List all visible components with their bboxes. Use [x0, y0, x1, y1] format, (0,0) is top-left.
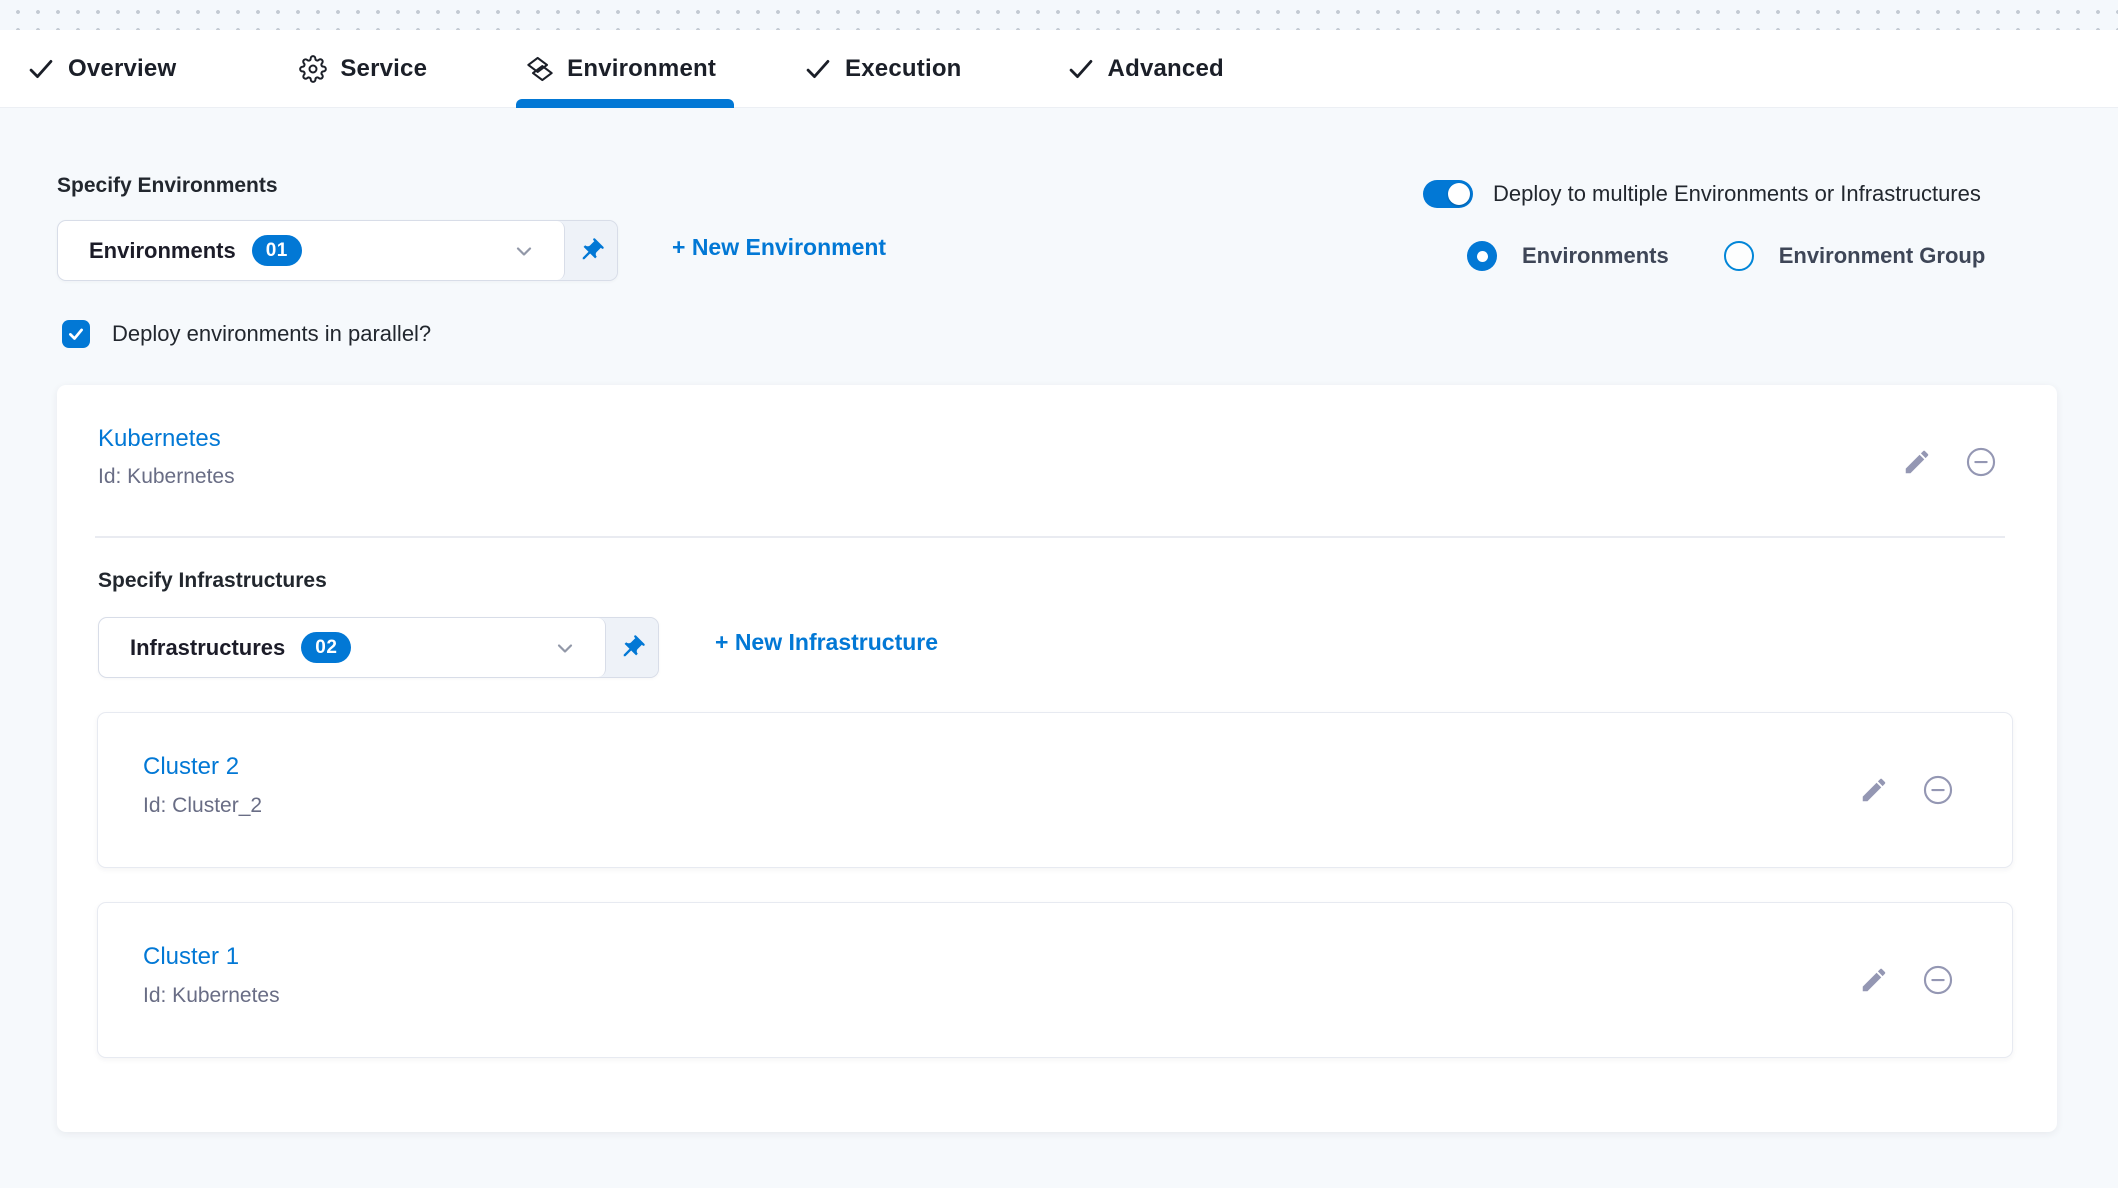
tab-label: Overview — [68, 55, 176, 83]
pushpin-icon — [577, 237, 605, 265]
check-icon — [804, 55, 832, 83]
tab-environment[interactable]: Environment — [526, 30, 716, 107]
specify-infrastructures-label: Specify Infrastructures — [98, 569, 327, 593]
environment-card: Kubernetes Id: Kubernetes Specify Infras… — [57, 385, 2057, 1132]
edit-pencil-icon[interactable] — [1859, 775, 1889, 805]
radio-selected-icon — [1467, 241, 1497, 271]
checkbox-checked-icon[interactable] — [62, 320, 90, 348]
multi-env-toggle[interactable] — [1423, 180, 1473, 208]
infrastructure-id: Id: Cluster_2 — [143, 794, 262, 818]
check-icon — [1067, 55, 1095, 83]
dropdown-label: Infrastructures — [130, 635, 285, 661]
infrastructure-actions — [1859, 963, 1955, 997]
environments-dropdown[interactable]: Environments 01 — [58, 221, 565, 280]
radio-environment-group[interactable]: Environment Group — [1724, 241, 1986, 271]
infrastructures-count-badge: 02 — [301, 632, 351, 663]
environment-tab-content: Specify Environments Environments 01 + N… — [0, 108, 2118, 1188]
radio-label: Environment Group — [1779, 243, 1986, 269]
tab-overview[interactable]: Overview — [27, 30, 176, 107]
chevron-down-icon — [553, 636, 577, 660]
tab-execution[interactable]: Execution — [804, 30, 962, 107]
tab-service[interactable]: Service — [299, 30, 427, 107]
remove-minus-icon[interactable] — [1921, 773, 1955, 807]
deploy-parallel-label: Deploy environments in parallel? — [112, 321, 431, 347]
toggle-knob — [1448, 183, 1470, 205]
tab-label: Advanced — [1108, 55, 1224, 83]
tab-advanced[interactable]: Advanced — [1067, 30, 1224, 107]
environments-count-badge: 01 — [252, 235, 302, 266]
infrastructure-actions — [1859, 773, 1955, 807]
infrastructure-card: Cluster 1 Id: Kubernetes — [97, 902, 2013, 1058]
infrastructure-name-link[interactable]: Cluster 2 — [143, 753, 239, 781]
remove-minus-icon[interactable] — [1964, 445, 1998, 479]
environment-id: Id: Kubernetes — [98, 465, 235, 489]
tab-label: Service — [340, 55, 427, 83]
check-icon — [27, 55, 55, 83]
new-infrastructure-link[interactable]: + New Infrastructure — [715, 629, 938, 656]
pin-input-type-button[interactable] — [565, 221, 617, 280]
new-environment-link[interactable]: + New Environment — [672, 234, 886, 261]
environment-actions — [1902, 445, 1998, 479]
multi-env-toggle-row: Deploy to multiple Environments or Infra… — [1423, 180, 1981, 208]
environment-stage-panel: Overview Service Environment Execution A… — [0, 0, 2118, 1188]
pushpin-icon — [618, 634, 646, 662]
deploy-parallel-checkbox-row[interactable]: Deploy environments in parallel? — [62, 320, 431, 348]
remove-minus-icon[interactable] — [1921, 963, 1955, 997]
infrastructure-name-link[interactable]: Cluster 1 — [143, 943, 239, 971]
env-type-radio-group: Environments Environment Group — [1467, 241, 1985, 271]
radio-unselected-icon — [1724, 241, 1754, 271]
tab-label: Environment — [567, 55, 716, 83]
infrastructure-id: Id: Kubernetes — [143, 984, 280, 1008]
card-divider — [95, 536, 2005, 538]
edit-pencil-icon[interactable] — [1902, 447, 1932, 477]
pin-input-type-button[interactable] — [606, 618, 658, 677]
dropdown-label: Environments — [89, 238, 236, 264]
pipeline-canvas-dots — [0, 0, 2118, 30]
multi-env-toggle-label: Deploy to multiple Environments or Infra… — [1493, 181, 1981, 207]
edit-pencil-icon[interactable] — [1859, 965, 1889, 995]
infrastructure-card: Cluster 2 Id: Cluster_2 — [97, 712, 2013, 868]
chevron-down-icon — [512, 239, 536, 263]
gear-icon — [299, 55, 327, 83]
environment-icon — [526, 55, 554, 83]
environments-dropdown-group: Environments 01 — [57, 220, 618, 281]
tab-label: Execution — [845, 55, 962, 83]
radio-label: Environments — [1522, 243, 1669, 269]
specify-environments-label: Specify Environments — [57, 174, 278, 198]
environment-name-link[interactable]: Kubernetes — [98, 425, 221, 453]
infrastructures-dropdown-group: Infrastructures 02 — [98, 617, 659, 678]
infrastructures-dropdown[interactable]: Infrastructures 02 — [99, 618, 606, 677]
stage-tab-bar: Overview Service Environment Execution A… — [0, 30, 2118, 108]
radio-environments[interactable]: Environments — [1467, 241, 1669, 271]
